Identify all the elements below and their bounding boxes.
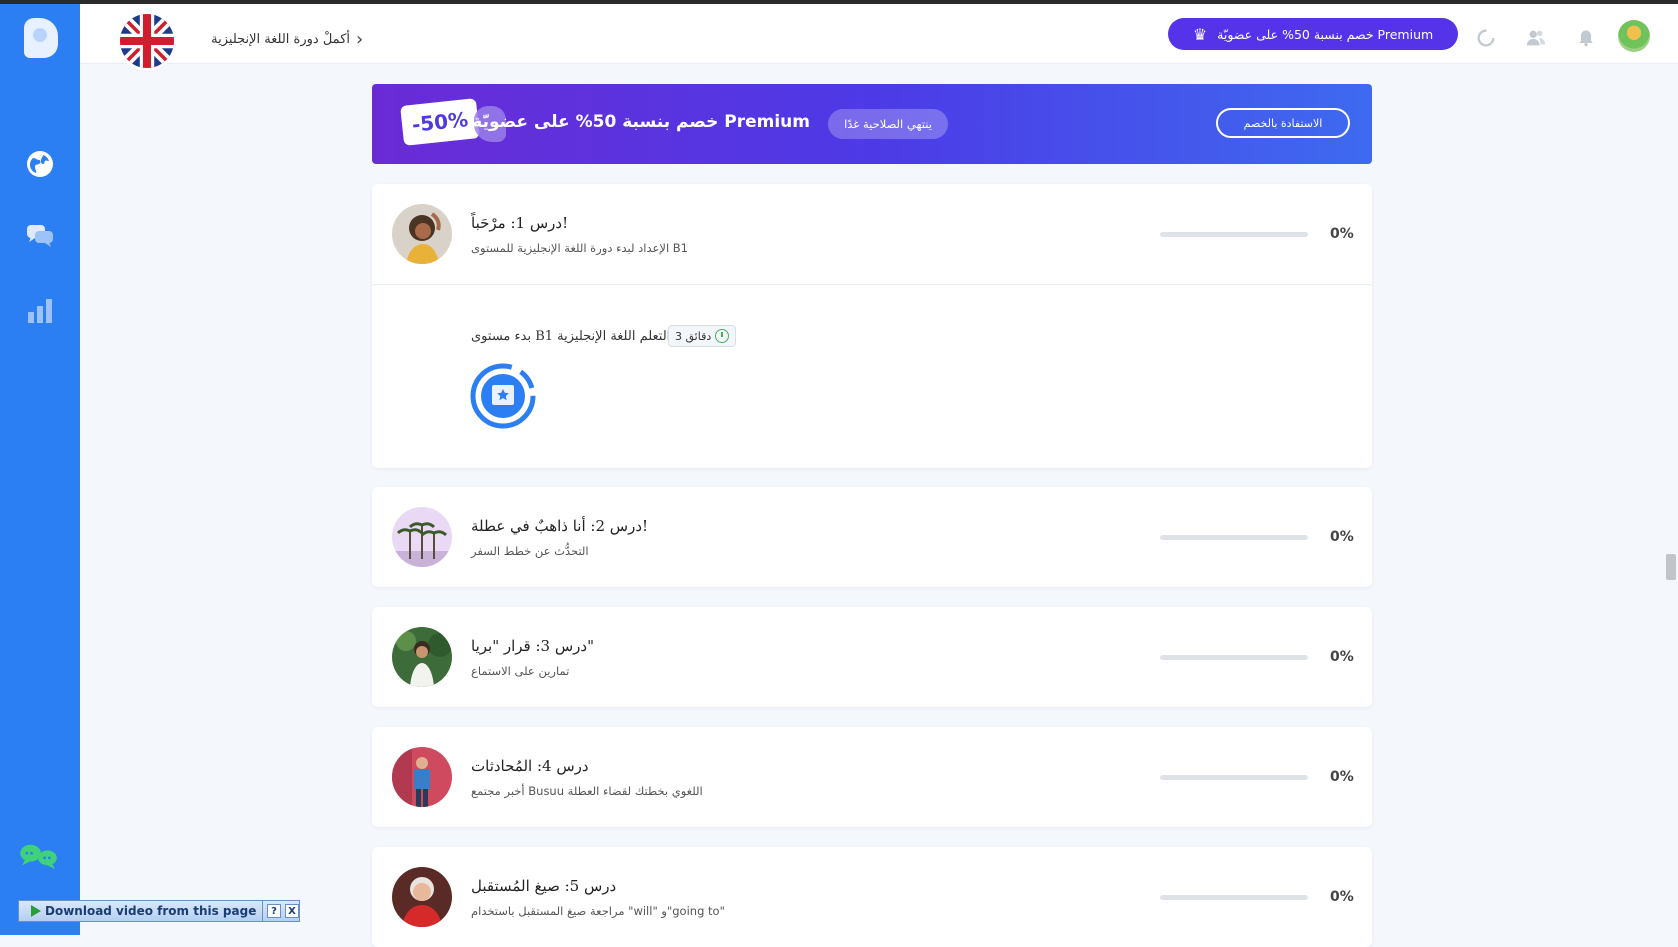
lesson-thumbnail <box>392 204 452 264</box>
avatar[interactable] <box>1618 20 1650 52</box>
lesson-thumbnail <box>392 867 452 927</box>
progress-bar <box>1160 775 1308 780</box>
progress-bar <box>1160 655 1308 660</box>
stats-icon[interactable] <box>22 292 58 328</box>
lesson-card: درس 1: مرْحَباً! الإعداد لبدء دورة اللغة… <box>372 184 1372 468</box>
progress-percent: 0% <box>1330 529 1354 545</box>
lesson-subtitle: مراجعة صيغ المستقبل باستخدام "will" و"go… <box>471 904 725 918</box>
chat-icon[interactable] <box>22 218 58 254</box>
lesson-title: درس 4: المُحادثات <box>471 757 589 775</box>
lesson-card: درس 4: المُحادثات أخبر مجتمع Busuu اللغو… <box>372 727 1372 827</box>
clock-icon <box>715 329 730 343</box>
lesson-card: درس 2: أنا ذاهبٌ في عطلة! التحدُّث عن خط… <box>372 487 1372 587</box>
sidebar <box>0 4 80 935</box>
help-button[interactable]: ? <box>267 904 281 918</box>
download-video-label: Download video from this page <box>45 904 257 918</box>
uk-flag-icon[interactable] <box>120 14 174 68</box>
scrollbar-thumb[interactable] <box>1666 554 1676 580</box>
close-button[interactable]: X <box>285 904 299 918</box>
lesson-title: درس 3: قرار "بريا" <box>471 637 595 655</box>
duration-label: دقائق 3 <box>675 329 712 343</box>
friends-icon[interactable] <box>1524 26 1548 50</box>
progress-percent: 0% <box>1330 889 1354 905</box>
chevron-right-icon[interactable]: › <box>356 31 363 49</box>
activity-title[interactable]: التعلم اللغة الإنجليزية B1 بدء مستوى <box>471 329 670 344</box>
lesson-title: درس 1: مرْحَباً! <box>471 214 569 232</box>
lesson-header[interactable]: درس 4: المُحادثات أخبر مجتمع Busuu اللغو… <box>372 727 1372 827</box>
lesson-subtitle: تمارين على الاستماع <box>471 664 570 678</box>
progress-percent: 0% <box>1330 769 1354 785</box>
premium-offer-button[interactable]: Premium خصم بنسبة 50% على عضويّة ♛ <box>1168 18 1458 50</box>
progress-bar <box>1160 895 1308 900</box>
top-header: أكملْ دورة اللغة الإنجليزية › Premium خص… <box>80 4 1678 68</box>
progress-percent: 0% <box>1330 226 1354 242</box>
lesson-subtitle: أخبر مجتمع Busuu اللغوي بخطتك لقضاء العط… <box>471 784 703 798</box>
claim-discount-button[interactable]: الاستفادة بالخصم <box>1216 108 1350 138</box>
lesson-card: درس 3: قرار "بريا" تمارين على الاستماع 0… <box>372 607 1372 707</box>
course-title[interactable]: أكملْ دورة اللغة الإنجليزية <box>190 32 350 47</box>
activity-section: التعلم اللغة الإنجليزية B1 بدء مستوى دقا… <box>372 285 1372 468</box>
progress-percent: 0% <box>1330 649 1354 665</box>
download-video-button[interactable]: Download video from this page <box>19 901 263 921</box>
lesson-header[interactable]: درس 5: صيغ المُستقبل مراجعة صيغ المستقبل… <box>372 847 1372 947</box>
download-video-bar: Download video from this page ? X <box>18 900 300 922</box>
progress-bar <box>1160 535 1308 540</box>
lesson-title: درس 5: صيغ المُستقبل <box>471 877 617 895</box>
lesson-thumbnail <box>392 747 452 807</box>
lesson-thumbnail <box>392 507 452 567</box>
premium-banner: -50% Premium خصم بنسبة 50% على عضويّة ين… <box>372 84 1372 164</box>
lesson-title: درس 2: أنا ذاهبٌ في عطلة! <box>471 517 649 535</box>
crown-icon: ♛ <box>1192 24 1208 44</box>
lesson-subtitle: الإعداد لبدء دورة اللغة الإنجليزية للمست… <box>471 241 689 255</box>
lesson-card: درس 5: صيغ المُستقبل مراجعة صيغ المستقبل… <box>372 847 1372 947</box>
premium-offer-label: Premium خصم بنسبة 50% على عضويّة <box>1217 26 1434 42</box>
bell-icon[interactable] <box>1574 26 1598 50</box>
play-icon <box>31 905 41 917</box>
lesson-header[interactable]: درس 2: أنا ذاهبٌ في عطلة! التحدُّث عن خط… <box>372 487 1372 587</box>
lesson-thumbnail <box>392 627 452 687</box>
activity-start-icon[interactable] <box>468 361 538 431</box>
busuu-logo[interactable] <box>24 18 58 58</box>
lesson-header[interactable]: درس 3: قرار "بريا" تمارين على الاستماع 0… <box>372 607 1372 707</box>
lesson-subtitle: التحدُّث عن خطط السفر <box>471 544 589 558</box>
progress-bar <box>1160 232 1308 237</box>
banner-title: Premium خصم بنسبة 50% على عضويّة <box>472 112 810 132</box>
duration-badge: دقائق 3 <box>668 325 737 347</box>
expiry-badge: ينتهي الصلاحية غدًا <box>828 109 948 139</box>
community-icon[interactable] <box>16 838 62 874</box>
globe-icon[interactable] <box>22 146 58 182</box>
lesson-header[interactable]: درس 1: مرْحَباً! الإعداد لبدء دورة اللغة… <box>372 184 1372 284</box>
discount-tag: -50% <box>400 98 480 146</box>
spinner-icon[interactable] <box>1474 26 1498 50</box>
